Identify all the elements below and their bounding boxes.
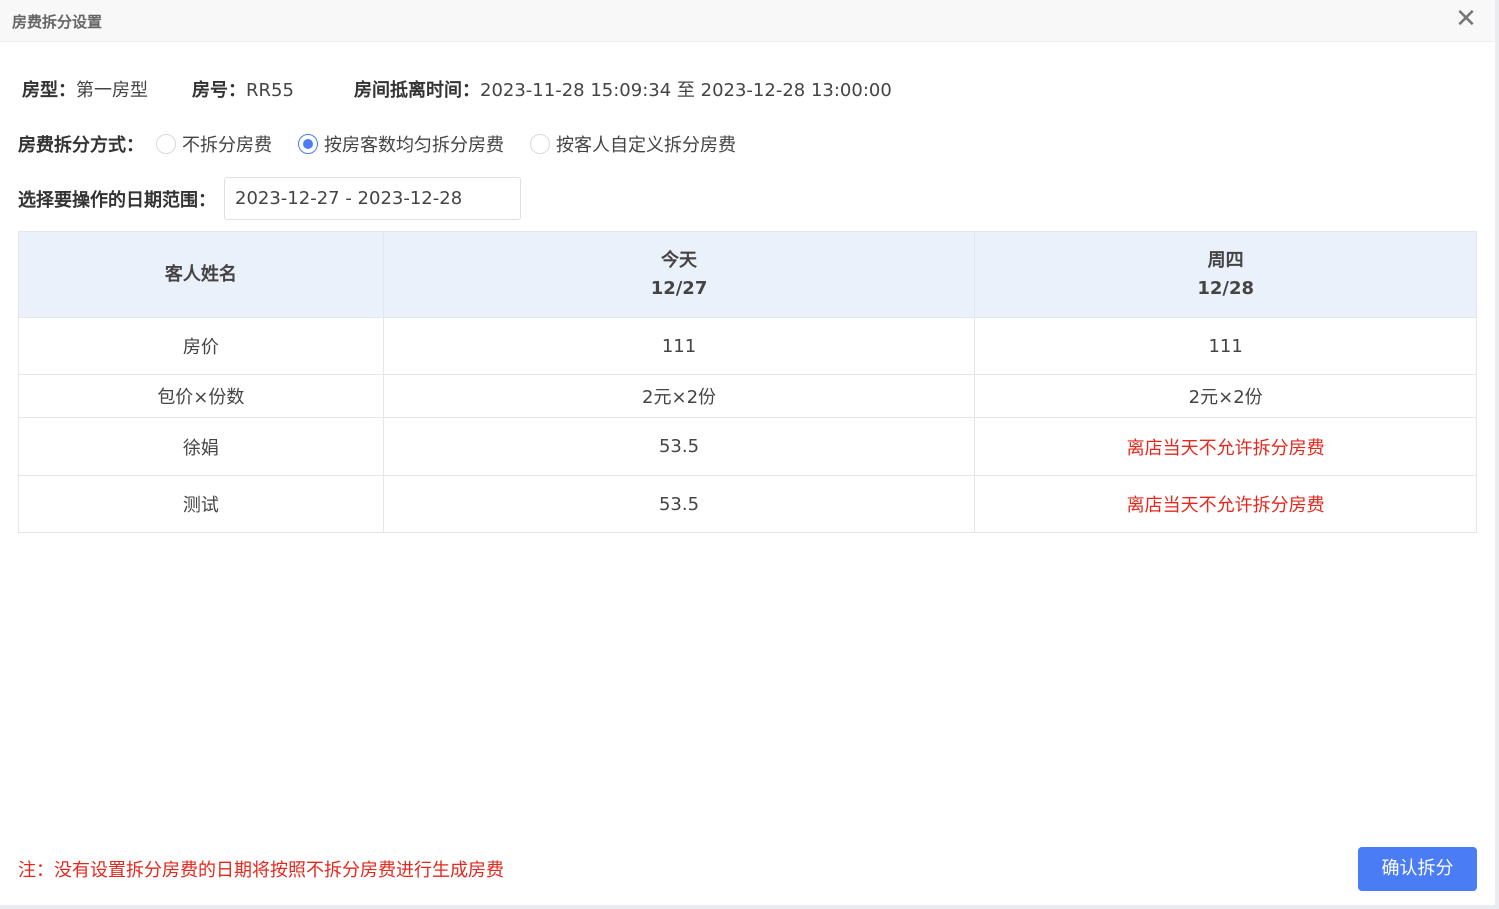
- header-day: 今天: [661, 249, 698, 271]
- room-type-label: 房型：: [22, 80, 76, 101]
- row-value: 111: [974, 317, 1477, 375]
- row-name: 包价×份数: [18, 374, 384, 418]
- row-name: 徐娟: [18, 417, 384, 476]
- radio-split-evenly[interactable]: 按房客数均匀拆分房费: [298, 131, 504, 157]
- row-value: 2元×2份: [382, 374, 976, 418]
- row-name: 房价: [18, 317, 384, 375]
- split-fee-table: 客人姓名 今天 12/27 周四 12/28 房价 111 111 包价×份数 …: [18, 231, 1477, 533]
- header-guest-name: 客人姓名: [18, 231, 384, 318]
- row-warning: 离店当天不允许拆分房费: [974, 417, 1477, 476]
- row-value: 53.5: [382, 417, 976, 476]
- date-range-label: 选择要操作的日期范围：: [18, 189, 216, 211]
- stay-period-label: 房间抵离时间：: [354, 80, 480, 101]
- footer-note: 注：没有设置拆分房费的日期将按照不拆分房费进行生成房费: [18, 860, 504, 881]
- header-day: 周四: [1207, 249, 1244, 271]
- radio-label: 不拆分房费: [182, 135, 272, 156]
- header-date-col: 周四 12/28: [974, 231, 1477, 318]
- stay-period-group: 房间抵离时间：2023-11-28 15:09:34 至 2023-12-28 …: [354, 76, 892, 102]
- radio-circle[interactable]: [530, 134, 550, 154]
- table-row: 徐娟 53.5 离店当天不允许拆分房费: [18, 417, 1477, 476]
- confirm-split-button[interactable]: 确认拆分: [1358, 847, 1477, 891]
- close-icon[interactable]: ✕: [1453, 6, 1479, 32]
- table-row: 测试 53.5 离店当天不允许拆分房费: [18, 475, 1477, 533]
- split-fee-dialog: 房费拆分设置 ✕ 房型：第一房型 房号：RR55 房间抵离时间：2023-11-…: [0, 0, 1499, 909]
- radio-split-custom[interactable]: 按客人自定义拆分房费: [530, 131, 736, 157]
- room-number-label: 房号：: [192, 80, 246, 101]
- row-name: 测试: [18, 475, 384, 533]
- dialog-title: 房费拆分设置: [12, 13, 103, 31]
- radio-label: 按客人自定义拆分房费: [556, 135, 736, 156]
- radio-circle[interactable]: [156, 134, 176, 154]
- header-date: 12/27: [650, 277, 708, 299]
- date-range-row: 选择要操作的日期范围： 2023-12-27 - 2023-12-28: [18, 177, 521, 220]
- header-date-col: 今天 12/27: [382, 231, 976, 318]
- stay-period-value: 2023-11-28 15:09:34 至 2023-12-28 13:00:0…: [480, 80, 892, 101]
- room-type-value: 第一房型: [76, 80, 148, 101]
- room-type-group: 房型：第一房型: [22, 76, 148, 102]
- radio-label: 按房客数均匀拆分房费: [324, 135, 504, 156]
- table-row: 房价 111 111: [18, 317, 1477, 375]
- header-date: 12/28: [1197, 277, 1254, 299]
- room-number-group: 房号：RR55: [192, 76, 294, 102]
- room-number-value: RR55: [246, 80, 294, 101]
- split-mode-label: 房费拆分方式：: [18, 135, 144, 156]
- table-row: 包价×份数 2元×2份 2元×2份: [18, 374, 1477, 418]
- row-warning: 离店当天不允许拆分房费: [974, 475, 1477, 533]
- dialog-titlebar: 房费拆分设置 ✕: [0, 0, 1495, 42]
- table-header-row: 客人姓名 今天 12/27 周四 12/28: [18, 231, 1477, 318]
- date-range-input[interactable]: 2023-12-27 - 2023-12-28: [224, 177, 521, 220]
- row-value: 2元×2份: [974, 374, 1477, 418]
- radio-circle-checked[interactable]: [298, 134, 318, 154]
- radio-no-split[interactable]: 不拆分房费: [156, 131, 272, 157]
- row-value: 111: [382, 317, 976, 375]
- row-value: 53.5: [382, 475, 976, 533]
- split-mode-row: 房费拆分方式： 不拆分房费 按房客数均匀拆分房费 按客人自定义拆分房费: [18, 131, 762, 157]
